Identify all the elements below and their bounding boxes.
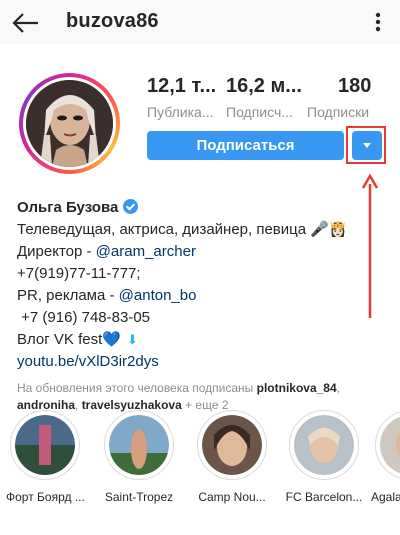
stat-posts-label: Публика... (147, 104, 214, 120)
profile-bio: Ольга Бузова Телеведущая, актриса, дизай… (17, 197, 387, 373)
arrow-down-icon: ⬇ (126, 332, 138, 347)
highlight-item[interactable]: FC Barcelon... (285, 410, 363, 504)
avatar (26, 80, 113, 167)
highlight-label: Agala (371, 490, 400, 504)
blue-heart-icon: 💙 (102, 331, 121, 348)
more-vertical-icon (375, 12, 381, 32)
bio-phone: +7 (916) 748-83-05 (17, 309, 151, 326)
highlight-cover (380, 415, 400, 475)
bio-line: Телеведущая, актриса, дизайнер, певица 🎤… (17, 221, 348, 238)
highlight-label: Saint-Tropez (104, 490, 174, 504)
mention-link[interactable]: @anton_bo (119, 287, 197, 304)
followed-by-note[interactable]: На обновления этого человека подписаны p… (17, 380, 387, 414)
profile-page: buzova86 12,1 т... Публика... 16,2 м... … (0, 0, 400, 535)
highlight-cover (202, 415, 262, 475)
highlight-label: FC Barcelon... (285, 490, 363, 504)
highlight-cover (294, 415, 354, 475)
stat-following[interactable]: 180 Подписки (307, 75, 371, 120)
bio-text: Директор - (17, 243, 96, 260)
mention-link[interactable]: @aram_archer (96, 243, 196, 260)
stat-followers-value: 16,2 м... (226, 75, 302, 97)
highlight-cover (109, 415, 169, 475)
back-button[interactable] (10, 8, 40, 38)
website-link[interactable]: youtu.be/vXlD3ir2dys (17, 351, 387, 373)
story-ring[interactable] (19, 73, 120, 174)
bio-phone: +7(919)77-11-777; (17, 265, 141, 282)
follower-username[interactable]: plotnikova_84 (257, 381, 337, 395)
verified-badge-icon (123, 199, 139, 214)
separator: , (336, 381, 340, 395)
stat-followers-label: Подписч... (226, 104, 293, 120)
bio-text: PR, реклама - (17, 287, 119, 304)
arrow-left-icon (12, 13, 38, 33)
stat-following-label: Подписки (307, 104, 370, 120)
avatar-image (26, 80, 113, 167)
highlight-cover (15, 415, 75, 475)
stat-posts-value: 12,1 т... (147, 75, 217, 97)
profile-username: buzova86 (66, 10, 159, 32)
highlight-item[interactable]: Форт Боярд ... (6, 410, 84, 504)
caret-down-icon (363, 143, 371, 148)
followed-by-prefix: На обновления этого человека подписаны (17, 381, 257, 395)
highlight-label: Форт Боярд ... (6, 490, 84, 504)
highlight-item[interactable]: Saint-Tropez (100, 410, 178, 504)
highlight-item[interactable]: Agala (371, 410, 400, 504)
suggestions-dropdown-button[interactable] (352, 131, 382, 160)
follow-button[interactable]: Подписаться (147, 131, 344, 160)
bio-text: Влог VK fest (17, 331, 103, 348)
stat-posts[interactable]: 12,1 т... Публика... (147, 75, 216, 120)
highlight-label: Camp Nou... (198, 490, 266, 504)
more-options-button[interactable] (370, 10, 386, 36)
profile-full-name: Ольга Бузова (17, 199, 119, 216)
stat-followers[interactable]: 16,2 м... Подписч... (226, 75, 302, 120)
stat-following-value: 180 (338, 75, 372, 97)
top-bar: buzova86 (0, 0, 400, 44)
highlight-item[interactable]: Camp Nou... (193, 410, 271, 504)
